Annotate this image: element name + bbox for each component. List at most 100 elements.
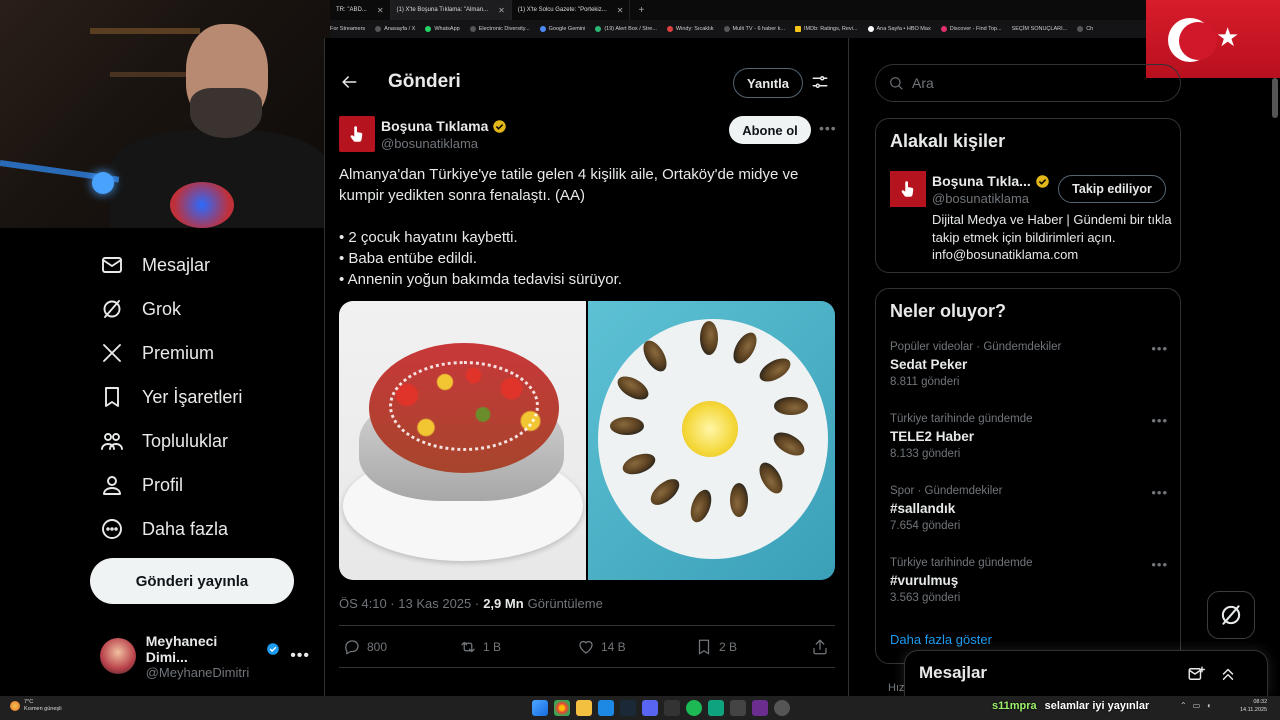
browser-tab-label: TR: "ABD... (336, 7, 367, 13)
browser-tab[interactable]: (1) X'te Solcu Gazete: "Portekiz... ✕ (512, 0, 631, 20)
trend-context: Popüler videolar · Gündemdekiler (890, 341, 1062, 353)
lemon (682, 401, 738, 457)
bookmark-item[interactable]: IMDb: Ratings, Revi... (795, 26, 858, 32)
system-clock[interactable]: 08:32 14.11.2025 (1240, 698, 1267, 714)
scrollbar[interactable] (1272, 78, 1278, 118)
steam-icon[interactable] (620, 700, 636, 716)
bookmark-item[interactable]: Electronic Diversity... (469, 26, 530, 32)
author-handle[interactable]: @bosunatiklama (381, 136, 478, 151)
related-name[interactable]: Boşuna Tıkla... (932, 173, 1031, 189)
more-icon[interactable]: ••• (1151, 557, 1168, 572)
messages-drawer-title: Mesajlar (919, 663, 988, 682)
communities-icon (101, 433, 123, 450)
avatar[interactable] (339, 116, 375, 152)
trend-item[interactable]: Spor · Gündemdekiler #sallandık 7.654 gö… (890, 485, 1174, 545)
trend-item[interactable]: Popüler videolar · Gündemdekiler Sedat P… (890, 341, 1174, 401)
back-arrow-icon[interactable] (339, 72, 359, 92)
pointer-hand-icon (901, 181, 914, 197)
tweet-time[interactable]: ÖS 4:10 · 13 Kas 2025 · (339, 596, 479, 611)
messages-drawer[interactable]: Mesajlar (904, 650, 1268, 696)
trend-item[interactable]: Türkiye tarihinde gündemde TELE2 Haber 8… (890, 413, 1174, 473)
trend-count: 3.563 gönderi (890, 592, 961, 604)
app-icon[interactable] (730, 700, 746, 716)
related-handle[interactable]: @bosunatiklama (932, 191, 1029, 206)
more-icon[interactable]: ••• (1151, 341, 1168, 356)
close-icon[interactable]: ✕ (498, 6, 505, 15)
new-message-icon[interactable] (1187, 665, 1205, 683)
search-box[interactable] (875, 64, 1181, 102)
discord-icon[interactable] (642, 700, 658, 716)
network-icon[interactable]: ▭ (1193, 701, 1201, 710)
author-name[interactable]: Boşuna Tıklama (381, 118, 488, 134)
folder-icon[interactable] (576, 700, 592, 716)
close-icon[interactable]: ✕ (617, 6, 624, 15)
obs-icon[interactable] (774, 700, 790, 716)
volume-icon[interactable]: ◖ (1206, 701, 1211, 710)
account-switcher[interactable]: Meyhaneci Dimi... @MeyhaneDimitri ••• (100, 633, 310, 680)
sidebar-item-communities[interactable]: Topluluklar (100, 421, 228, 461)
close-icon[interactable]: ✕ (377, 6, 384, 15)
bookmark-item[interactable]: Ch (1077, 26, 1093, 32)
chat-message: selamlar iyi yayınlar (1044, 700, 1150, 712)
sidebar-item-grok[interactable]: Grok (100, 289, 181, 329)
more-icon[interactable]: ••• (1151, 485, 1168, 500)
browser-tab[interactable]: TR: "ABD... ✕ (330, 0, 391, 20)
sidebar-item-premium[interactable]: Premium (100, 333, 214, 373)
bookmark-item[interactable]: Windy: Sıcaklık (666, 26, 714, 32)
sidebar-item-more[interactable]: Daha fazla (100, 509, 228, 549)
bookmark-item[interactable]: (19) Alert Box / Stre... (595, 26, 657, 32)
bookmark-item[interactable]: For Streamers (330, 26, 365, 32)
post-button[interactable]: Gönderi yayınla (90, 558, 294, 604)
weather-widget[interactable]: 7°C Kısmen güneşli (10, 699, 62, 713)
bookmark-item[interactable]: WhatsApp (425, 26, 460, 32)
tweet-meta: ÖS 4:10 · 13 Kas 2025 · 2,9 Mn Görüntüle… (339, 596, 603, 611)
sliders-icon[interactable] (811, 73, 829, 91)
chrome-icon[interactable] (554, 700, 570, 716)
avatar[interactable] (890, 171, 926, 207)
like-action[interactable]: 14 B (577, 638, 626, 656)
app-icon[interactable] (752, 700, 768, 716)
bookmark-item[interactable]: Discover - Find Top... (940, 26, 1002, 32)
bookmark-action[interactable]: 2 B (695, 638, 737, 656)
bookmark-item[interactable]: SEÇİM SONUÇLARI... (1012, 26, 1068, 32)
windows-start-icon[interactable] (532, 700, 548, 716)
app-icon[interactable] (664, 700, 680, 716)
more-icon[interactable]: ••• (1151, 413, 1168, 428)
bookmark-item[interactable]: Ana Sayfa • HBO Max (867, 26, 931, 32)
view-label: Görüntüleme (527, 596, 603, 611)
retweet-action[interactable]: 1 B (459, 638, 501, 656)
view-count: 2,9 Mn (483, 596, 524, 611)
bookmark-item[interactable]: Multi TV - 6 haber k... (723, 26, 785, 32)
media-image-kumpir[interactable] (339, 301, 586, 580)
trend-count: 8.811 gönderi (890, 376, 960, 388)
sidebar-item-profile[interactable]: Profil (100, 465, 183, 505)
reply-action[interactable]: 800 (343, 638, 387, 656)
reply-button[interactable]: Yanıtla (733, 68, 803, 98)
trend-item[interactable]: Türkiye tarihinde gündemde #vurulmuş 3.5… (890, 557, 1174, 617)
search-input[interactable] (912, 75, 1152, 91)
share-action[interactable] (811, 638, 829, 656)
chevron-up-icon[interactable]: ⌃ (1180, 701, 1187, 710)
pointer-hand-icon (350, 126, 363, 142)
sidebar-item-messages[interactable]: Mesajlar (100, 245, 210, 285)
more-icon[interactable]: ••• (819, 120, 837, 136)
spotify-icon[interactable] (686, 700, 702, 716)
app-icon[interactable] (598, 700, 614, 716)
media-image-mussels[interactable] (588, 301, 835, 580)
app-icon[interactable] (708, 700, 724, 716)
show-more-link[interactable]: Daha fazla göster (890, 632, 992, 647)
following-button[interactable]: Takip ediliyor (1058, 175, 1166, 203)
bookmark-label: (19) Alert Box / Stre... (604, 26, 657, 32)
sidebar-item-bookmarks[interactable]: Yer İşaretleri (100, 377, 242, 417)
bookmark-item[interactable]: Google Gemini (539, 26, 585, 32)
trend-context: Spor · Gündemdekiler (890, 485, 1003, 497)
bookmark-item[interactable]: Anasayfa / X (375, 26, 415, 32)
subscribe-button[interactable]: Abone ol (729, 116, 811, 144)
x-logo-icon (103, 344, 121, 362)
new-tab-icon[interactable]: + (630, 5, 652, 16)
share-icon (813, 639, 827, 655)
more-icon[interactable]: ••• (290, 647, 310, 665)
chevron-double-up-icon[interactable] (1219, 665, 1237, 683)
grok-floating-button[interactable] (1207, 591, 1255, 639)
browser-tab-active[interactable]: (1) X'te Boşuna Tıklama: "Alman... ✕ (390, 0, 512, 20)
